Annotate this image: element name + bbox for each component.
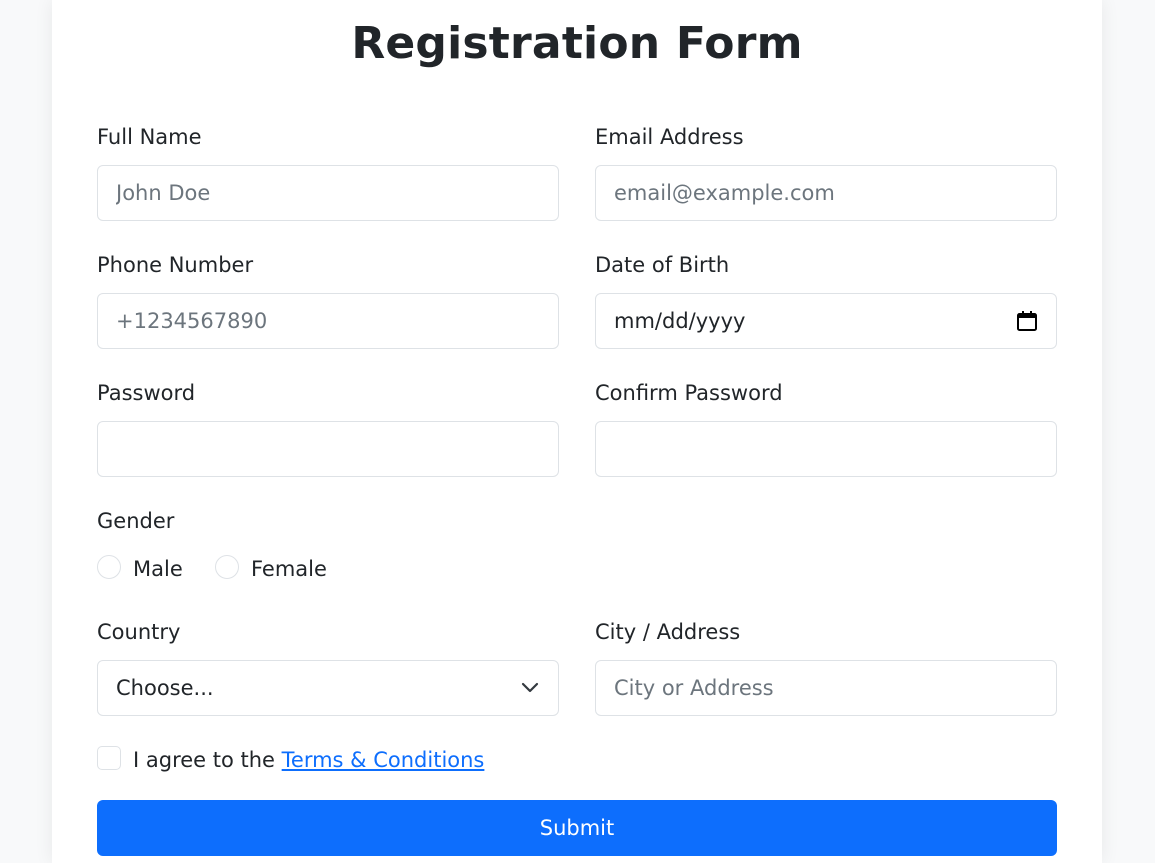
submit-button[interactable]: Submit	[97, 800, 1057, 856]
gender-radio-male[interactable]	[97, 555, 121, 579]
password-input[interactable]	[97, 421, 559, 477]
full-name-input[interactable]	[97, 165, 559, 221]
email-label: Email Address	[595, 125, 744, 149]
phone-label: Phone Number	[97, 253, 254, 277]
terms-checkbox[interactable]	[97, 746, 121, 770]
calendar-icon[interactable]	[1016, 310, 1038, 332]
password-label: Password	[97, 381, 196, 405]
confirm-password-label: Confirm Password	[595, 381, 783, 405]
dob-label: Date of Birth	[595, 253, 730, 277]
gender-radio-female[interactable]	[215, 555, 239, 579]
email-input[interactable]	[595, 165, 1057, 221]
city-input[interactable]	[595, 660, 1057, 716]
full-name-label: Full Name	[97, 125, 202, 149]
dob-input[interactable]: mm/dd/yyyy	[595, 293, 1057, 349]
gender-option-female-label: Female	[251, 557, 327, 581]
city-label: City / Address	[595, 620, 741, 644]
gender-option-male-label: Male	[133, 557, 183, 581]
chevron-down-icon	[520, 681, 540, 695]
country-selected-value: Choose...	[116, 676, 214, 700]
country-select[interactable]: Choose...	[97, 660, 559, 716]
confirm-password-input[interactable]	[595, 421, 1057, 477]
terms-prefix: I agree to the	[133, 748, 282, 772]
dob-value: mm/dd/yyyy	[614, 309, 746, 333]
registration-card: Registration Form Full Name Email Addres…	[52, 0, 1102, 863]
terms-link[interactable]: Terms & Conditions	[282, 748, 485, 772]
gender-label: Gender	[97, 509, 175, 533]
phone-input[interactable]	[97, 293, 559, 349]
terms-text: I agree to the Terms & Conditions	[133, 747, 484, 773]
country-label: Country	[97, 620, 181, 644]
page-title: Registration Form	[351, 18, 803, 69]
